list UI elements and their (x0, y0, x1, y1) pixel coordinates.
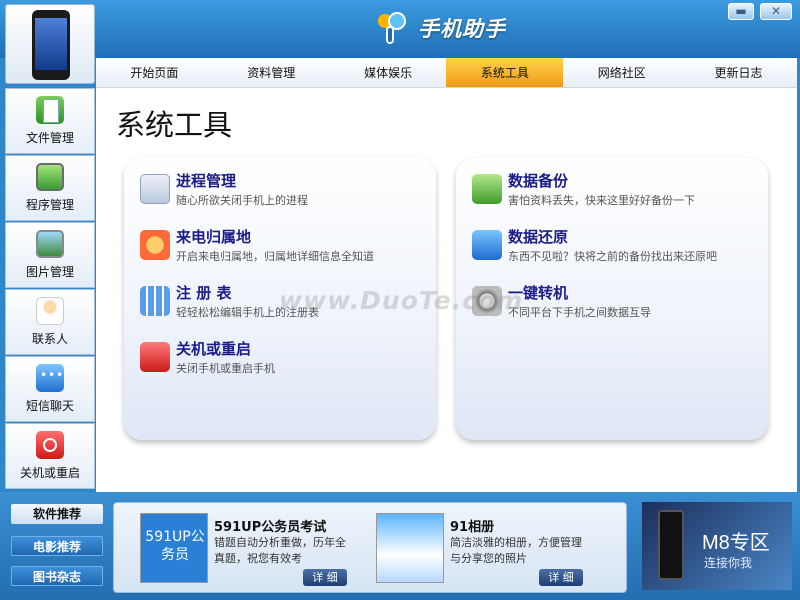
tool-name: 关机或重启 (176, 340, 252, 358)
tab-system-tools[interactable]: 系统工具 (446, 58, 564, 87)
thumbnail-text: 591UP公务员 (145, 529, 205, 563)
phone-icon (658, 510, 684, 580)
tool-desc: 开启来电归属地，归属地详细信息全知道 (176, 250, 374, 263)
tool-desc: 东西不见啦？快将之前的备份找出来还原吧 (508, 250, 717, 263)
page-title: 系统工具 (116, 108, 233, 142)
restore-icon (472, 230, 502, 260)
caller-id-icon (140, 230, 170, 260)
promo-title: M8专区 (702, 532, 770, 554)
close-button[interactable]: ✕ (760, 3, 792, 20)
process-list-icon (140, 174, 170, 204)
tab-changelog[interactable]: 更新日志 (680, 58, 797, 87)
device-thumbnail[interactable] (5, 4, 95, 84)
sidebar-item-sms[interactable]: 短信聊天 (5, 356, 95, 422)
tool-desc: 关闭手机或重启手机 (176, 362, 275, 375)
tool-name: 数据还原 (508, 228, 569, 246)
file-icon (36, 96, 64, 124)
tab-movie-recommend[interactable]: 电影推荐 (11, 536, 103, 556)
recommend-desc: 简洁淡雅的相册，方便管理与分享您的照片 (450, 536, 582, 565)
minimize-button[interactable]: ▬ (728, 3, 754, 20)
tool-name: 来电归属地 (176, 228, 252, 246)
tab-bar: 开始页面 资料管理 媒体娱乐 系统工具 网络社区 更新日志 (96, 58, 797, 88)
registry-grid-icon (140, 286, 170, 316)
sidebar: 文件管理 程序管理 图片管理 联系人 短信聊天 关机或重启 (5, 88, 95, 492)
details-button[interactable]: 详 细 (539, 569, 583, 586)
recommend-panel: 591UP公务员 591UP公务员考试 错题自动分析重做，历年全真题，祝您有效考… (113, 502, 627, 593)
app-title: 手机助手 (418, 17, 506, 41)
picture-icon (36, 230, 64, 258)
sidebar-item-label: 关机或重启 (19, 466, 80, 480)
sms-icon (36, 364, 64, 392)
tool-name: 进程管理 (176, 172, 237, 190)
tool-data-backup[interactable]: 数据备份 害怕资料丢失，快来这里好好备份一下 (472, 170, 762, 212)
title-bar: 手机助手 ▬ ✕ (0, 0, 800, 58)
sidebar-item-app-management[interactable]: 程序管理 (5, 155, 95, 221)
backup-icon (472, 174, 502, 204)
contact-icon (36, 297, 64, 325)
tab-start-page[interactable]: 开始页面 (96, 58, 213, 87)
app-thumbnail[interactable]: 591UP公务员 (140, 513, 208, 583)
power-icon (140, 342, 170, 372)
sidebar-item-label: 文件管理 (25, 131, 74, 145)
recommend-title[interactable]: 591UP公务员考试 (214, 516, 326, 535)
tool-name: 注 册 表 (176, 284, 232, 302)
tab-software-recommend[interactable]: 软件推荐 (11, 504, 103, 524)
tab-community[interactable]: 网络社区 (563, 58, 680, 87)
recommend-bar: 软件推荐 电影推荐 图书杂志 591UP公务员 591UP公务员考试 错题自动分… (0, 492, 800, 600)
app-icon (36, 163, 64, 191)
sidebar-item-label: 短信聊天 (25, 399, 74, 413)
tab-data-management[interactable]: 资料管理 (213, 58, 330, 87)
recommend-item: 591UP公务员 591UP公务员考试 错题自动分析重做，历年全真题，祝您有效考… (140, 513, 372, 591)
main-panel: 系统工具 进程管理 随心所欲关闭手机上的进程 来电归属地 开启来电归属地，归属地… (96, 88, 797, 492)
tool-caller-location[interactable]: 来电归属地 开启来电归属地，归属地详细信息全知道 (140, 226, 430, 268)
tool-desc: 随心所欲关闭手机上的进程 (176, 194, 308, 207)
details-button[interactable]: 详 细 (303, 569, 347, 586)
promo-banner[interactable]: M8专区 连接你我 (642, 502, 792, 590)
tab-media[interactable]: 媒体娱乐 (330, 58, 447, 87)
app-brand: 手机助手 (376, 10, 506, 46)
tool-data-restore[interactable]: 数据还原 东西不见啦？快将之前的备份找出来还原吧 (472, 226, 762, 268)
sidebar-item-label: 图片管理 (25, 265, 74, 279)
sidebar-item-picture-management[interactable]: 图片管理 (5, 222, 95, 288)
sidebar-item-label: 联系人 (31, 332, 68, 346)
sidebar-item-label: 程序管理 (25, 198, 74, 212)
tool-name: 数据备份 (508, 172, 569, 190)
sidebar-item-contacts[interactable]: 联系人 (5, 289, 95, 355)
tool-process-manager[interactable]: 进程管理 随心所欲关闭手机上的进程 (140, 170, 430, 212)
recommend-item: 91相册 简洁淡雅的相册，方便管理与分享您的照片 详 细 (376, 513, 608, 591)
app-logo-icon (376, 12, 412, 44)
sidebar-item-file-management[interactable]: 文件管理 (5, 88, 95, 154)
watermark: www.DuoTe.com (279, 286, 524, 315)
power-icon (36, 431, 64, 459)
phone-icon (32, 10, 70, 80)
app-thumbnail[interactable] (376, 513, 444, 583)
tool-desc: 害怕资料丢失，快来这里好好备份一下 (508, 194, 695, 207)
recommend-desc: 错题自动分析重做，历年全真题，祝您有效考 (214, 536, 346, 565)
recommend-title[interactable]: 91相册 (450, 516, 494, 535)
tab-books-magazines[interactable]: 图书杂志 (11, 566, 103, 586)
tool-shutdown-restart[interactable]: 关机或重启 关闭手机或重启手机 (140, 338, 430, 380)
tool-desc: 不同平台下手机之间数据互导 (508, 306, 651, 319)
sidebar-item-power[interactable]: 关机或重启 (5, 423, 95, 489)
promo-subtitle: 连接你我 (704, 556, 753, 570)
